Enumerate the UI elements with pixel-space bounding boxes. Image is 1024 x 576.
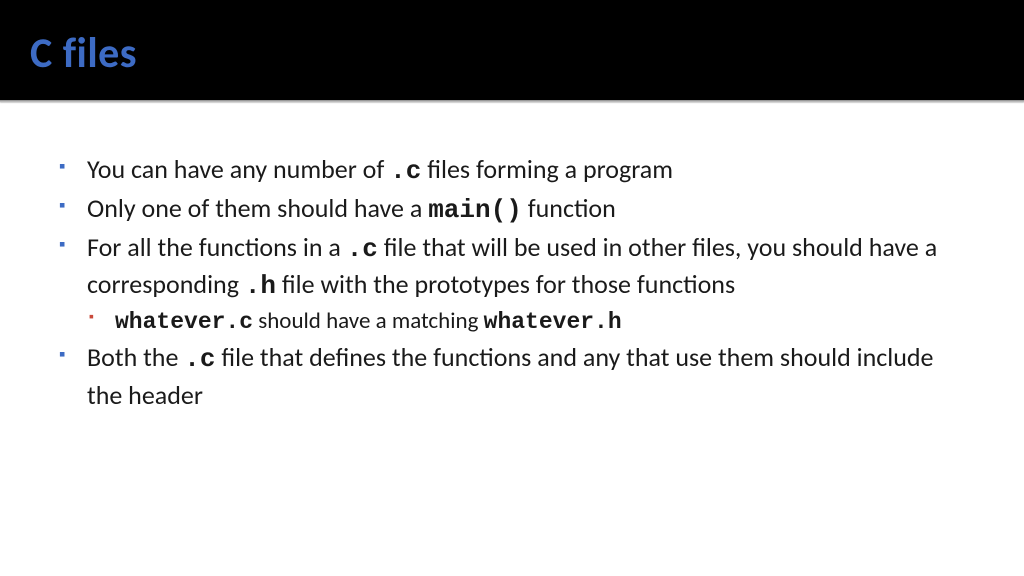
sub-bullet-list: whatever.c should have a matching whatev…	[87, 306, 969, 338]
code-fragment: .c	[184, 344, 215, 374]
bullet-text: function	[522, 192, 616, 224]
bullet-text: Both the	[87, 341, 184, 373]
sub-bullet-item: whatever.c should have a matching whatev…	[87, 306, 969, 338]
bullet-item: Both the .c file that defines the functi…	[55, 340, 969, 412]
code-fragment: whatever.c	[115, 309, 253, 335]
code-fragment: main()	[428, 195, 522, 225]
code-fragment: .h	[245, 271, 276, 301]
bullet-text: Only one of them should have a	[87, 192, 428, 224]
bullet-text: should have a matching	[253, 307, 484, 335]
code-fragment: .c	[347, 234, 378, 264]
code-fragment: whatever.h	[484, 309, 622, 335]
bullet-item: You can have any number of .c files form…	[55, 152, 969, 189]
slide-header: C files	[0, 0, 1024, 100]
bullet-item: For all the functions in a .c file that …	[55, 230, 969, 338]
bullet-item: Only one of them should have a main() fu…	[55, 191, 969, 228]
bullet-text: For all the functions in a	[87, 231, 347, 263]
bullet-list: You can have any number of .c files form…	[55, 152, 969, 413]
bullet-text: file with the prototypes for those funct…	[276, 268, 735, 300]
bullet-text: You can have any number of	[87, 153, 390, 185]
code-fragment: .c	[390, 156, 421, 186]
bullet-text: files forming a program	[421, 153, 673, 185]
slide-title: C files	[30, 28, 994, 79]
slide-content: You can have any number of .c files form…	[0, 102, 1024, 435]
